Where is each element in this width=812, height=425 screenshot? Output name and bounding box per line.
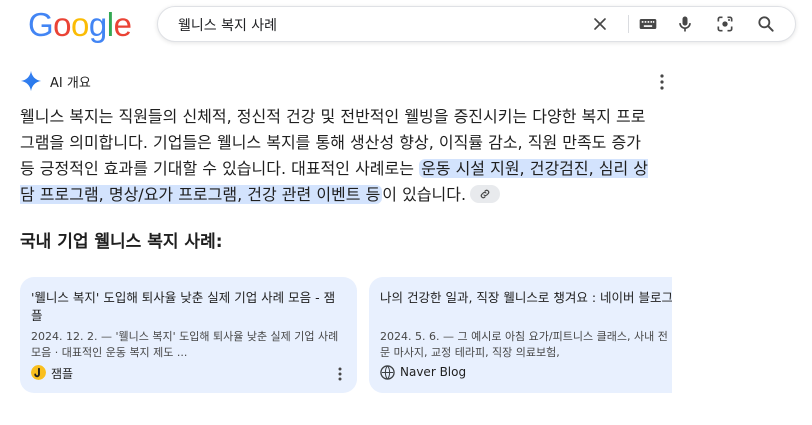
gemini-sparkle-icon [20,70,42,92]
source-link-chip[interactable] [470,184,501,203]
source-card[interactable]: '웰니스 복지' 도입해 퇴사율 낮춘 실제 기업 사례 모음 - 잼플 202… [20,277,357,393]
section-subheading: 국내 기업 웰니스 복지 사례: [20,232,223,252]
jample-favicon-icon [31,365,46,380]
mic-icon[interactable] [675,14,695,34]
logo-letter-o2: o [71,6,89,43]
ai-overview-title: AI 개요 [50,76,91,91]
card-more-icon[interactable] [333,366,347,382]
card-snippet: 2024. 5. 6. — 그 예시로 아침 요가/피트니스 클래스, 사내 전… [380,330,668,359]
logo-letter-g2: g [88,6,107,43]
card-title[interactable]: 나의 건강한 일과, 직장 웰니스로 챙겨요 : 네이버 블로그 [380,289,672,307]
lens-icon[interactable] [715,14,735,34]
card-source-name: 잼플 [51,367,74,381]
google-logo[interactable]: Google [28,6,132,43]
logo-letter-l: l [106,6,114,43]
card-source-name: Naver Blog [400,365,467,379]
search-box[interactable]: 웰니스 복지 사례 [157,6,796,42]
header: Google 웰니스 복지 사례 [0,0,812,50]
search-icon[interactable] [756,14,776,34]
card-title[interactable]: '웰니스 복지' 도입해 퇴사율 낮춘 실제 기업 사례 모음 - 잼플 [31,289,346,325]
close-icon[interactable] [590,14,610,34]
globe-icon [380,365,395,380]
keyboard-icon[interactable] [638,14,658,34]
more-options-icon[interactable] [652,72,672,92]
link-icon [480,189,490,198]
source-card[interactable]: 나의 건강한 일과, 직장 웰니스로 챙겨요 : 네이버 블로그 2024. 5… [369,277,672,393]
search-divider [628,15,629,33]
ai-overview-answer: 웰니스 복지는 직원들의 신체적, 정신적 건강 및 전반적인 웰빙을 증진시키… [20,104,650,208]
logo-letter-g: G [28,6,54,43]
search-input[interactable]: 웰니스 복지 사례 [178,15,277,35]
logo-letter-e: e [113,6,132,43]
answer-tail: 이 있습니다. [382,185,467,204]
logo-letter-o1: o [53,6,72,43]
card-snippet: 2024. 12. 2. — '웰니스 복지' 도입해 퇴사율 낮춘 실제 기업… [31,330,339,359]
